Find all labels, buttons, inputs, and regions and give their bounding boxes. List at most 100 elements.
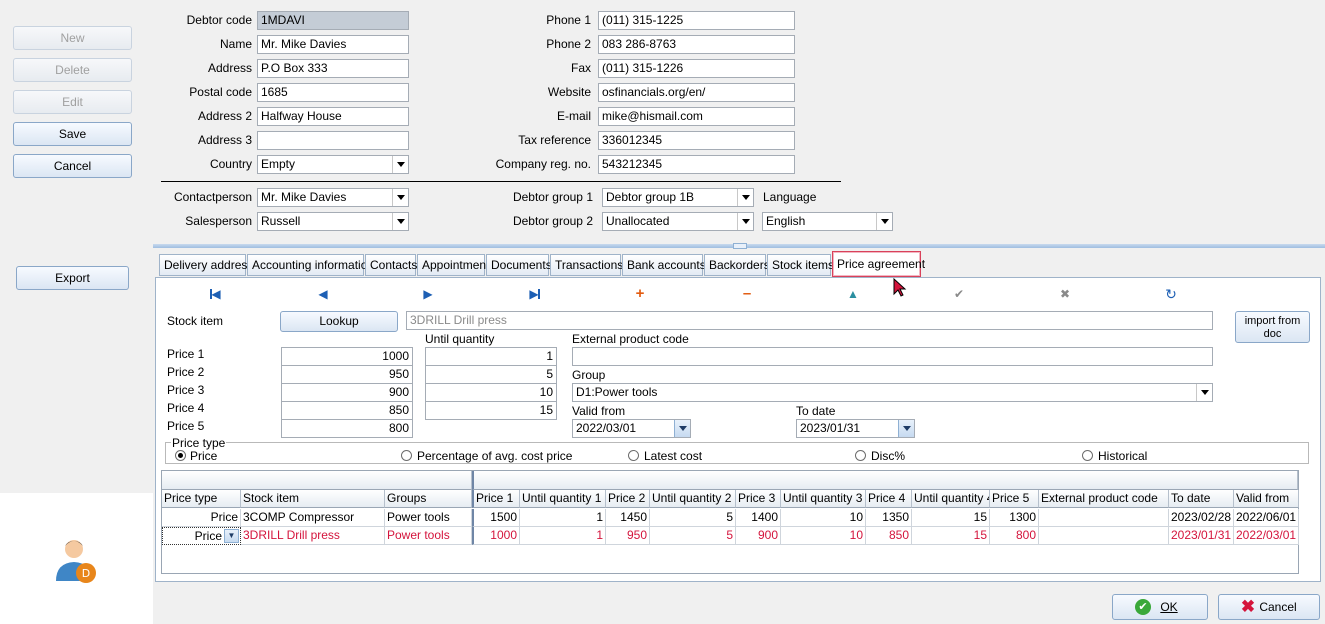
col-header-stock-item[interactable]: Stock item <box>241 490 385 508</box>
table-row-1-price3[interactable]: 1400 <box>736 509 781 527</box>
post-record-icon[interactable]: ✔ <box>951 286 967 302</box>
table-row-1-until-qty2[interactable]: 5 <box>650 509 736 527</box>
table-row-1-stock-item[interactable]: 3COMP Compressor <box>241 509 385 527</box>
tab-delivery-address[interactable]: Delivery address <box>159 254 253 276</box>
col-header-to-date[interactable]: To date <box>1169 490 1234 508</box>
table-row-2-price4[interactable]: 850 <box>866 527 912 545</box>
col-header-groups[interactable]: Groups <box>385 490 472 508</box>
edit-record-icon[interactable]: ▲ <box>845 286 861 302</box>
price-type-radio-historical[interactable] <box>1082 450 1093 461</box>
table-row-1-until-qty4[interactable]: 15 <box>912 509 990 527</box>
delete-button[interactable]: Delete <box>13 58 132 82</box>
tab-contacts[interactable]: Contacts <box>365 254 417 276</box>
email-field[interactable]: mike@hismail.com <box>598 107 795 126</box>
debtor-code-field[interactable]: 1MDAVI <box>257 11 409 30</box>
until-qty4-field[interactable]: 15 <box>425 401 557 420</box>
table-row-2-price5[interactable]: 800 <box>990 527 1039 545</box>
name-field[interactable]: Mr. Mike Davies <box>257 35 409 54</box>
table-row-1-external-code[interactable] <box>1039 509 1169 527</box>
price-type-radio-percentage[interactable] <box>401 450 412 461</box>
price-type-radio-latest-cost[interactable] <box>628 450 639 461</box>
table-row-1-price1[interactable]: 1500 <box>472 509 520 527</box>
cancel-button[interactable]: Cancel <box>13 154 132 178</box>
address2-field[interactable]: Halfway House <box>257 107 409 126</box>
price2-field[interactable]: 950 <box>281 365 413 384</box>
edit-button[interactable]: Edit <box>13 90 132 114</box>
cancel-record-icon[interactable]: ✖ <box>1057 286 1073 302</box>
table-row-2-valid-from[interactable]: 2022/03/01 <box>1234 527 1299 545</box>
table-row-2-external-code[interactable] <box>1039 527 1169 545</box>
col-header-until-qty3[interactable]: Until quantity 3 <box>781 490 866 508</box>
table-row-1-price-type[interactable]: Price <box>162 509 241 527</box>
col-header-price1[interactable]: Price 1 <box>472 490 520 508</box>
col-header-until-qty2[interactable]: Until quantity 2 <box>650 490 736 508</box>
price1-field[interactable]: 1000 <box>281 347 413 366</box>
col-header-price-type[interactable]: Price type <box>162 490 241 508</box>
address-field[interactable]: P.O Box 333 <box>257 59 409 78</box>
col-header-price4[interactable]: Price 4 <box>866 490 912 508</box>
col-header-valid-from[interactable]: Valid from <box>1234 490 1299 508</box>
debtor-group2-select[interactable]: Unallocated <box>602 212 754 231</box>
new-button[interactable]: New <box>13 26 132 50</box>
phone1-field[interactable]: (011) 315-1225 <box>598 11 795 30</box>
table-row-1-price2[interactable]: 1450 <box>606 509 650 527</box>
splitter-handle[interactable] <box>733 243 747 249</box>
address3-field[interactable] <box>257 131 409 150</box>
save-button[interactable]: Save <box>13 122 132 146</box>
fax-field[interactable]: (011) 315-1226 <box>598 59 795 78</box>
tab-accounting-information[interactable]: Accounting information <box>247 254 374 276</box>
table-row-2-until-qty2[interactable]: 5 <box>650 527 736 545</box>
company-reg-field[interactable]: 543212345 <box>598 155 795 174</box>
salesperson-select[interactable]: Russell <box>257 212 409 231</box>
next-record-icon[interactable]: ▶ <box>420 286 436 302</box>
table-row-2-until-qty3[interactable]: 10 <box>781 527 866 545</box>
until-qty2-field[interactable]: 5 <box>425 365 557 384</box>
price-type-radio-disc[interactable] <box>855 450 866 461</box>
table-row-1-price5[interactable]: 1300 <box>990 509 1039 527</box>
col-header-until-qty1[interactable]: Until quantity 1 <box>520 490 606 508</box>
table-row-2-until-qty4[interactable]: 15 <box>912 527 990 545</box>
col-header-price5[interactable]: Price 5 <box>990 490 1039 508</box>
tax-reference-field[interactable]: 336012345 <box>598 131 795 150</box>
group-select[interactable]: D1:Power tools <box>572 383 1213 402</box>
table-row-2-price1[interactable]: 1000 <box>472 527 520 545</box>
prev-record-icon[interactable]: ◀ <box>315 286 331 302</box>
postal-code-field[interactable]: 1685 <box>257 83 409 102</box>
col-header-until-qty4[interactable]: Until quantity 4 <box>912 490 990 508</box>
valid-from-date[interactable]: 2022/03/01 <box>572 419 691 438</box>
contactperson-select[interactable]: Mr. Mike Davies <box>257 188 409 207</box>
until-qty1-field[interactable]: 1 <box>425 347 557 366</box>
table-row-2-to-date[interactable]: 2023/01/31 <box>1169 527 1234 545</box>
add-record-icon[interactable]: + <box>632 286 648 302</box>
table-row-2-stock-item[interactable]: 3DRILL Drill press <box>241 527 385 545</box>
export-button[interactable]: Export <box>16 266 129 290</box>
col-header-external-code[interactable]: External product code <box>1039 490 1169 508</box>
tab-transactions[interactable]: Transactions <box>550 254 623 276</box>
import-from-doc-button[interactable]: import from doc <box>1235 311 1310 343</box>
col-header-price2[interactable]: Price 2 <box>606 490 650 508</box>
tab-price-agreement[interactable]: Price agreement <box>832 251 925 277</box>
to-date-date[interactable]: 2023/01/31 <box>796 419 915 438</box>
tab-backorders[interactable]: Backorders <box>704 254 770 276</box>
stock-item-field[interactable]: 3DRILL Drill press <box>406 311 1213 330</box>
until-qty3-field[interactable]: 10 <box>425 383 557 402</box>
lookup-button[interactable]: Lookup <box>280 311 398 332</box>
table-row-1-until-qty1[interactable]: 1 <box>520 509 606 527</box>
website-field[interactable]: osfinancials.org/en/ <box>598 83 795 102</box>
language-select[interactable]: English <box>762 212 893 231</box>
table-row-1-until-qty3[interactable]: 10 <box>781 509 866 527</box>
chevron-down-icon[interactable]: ▼ <box>224 529 239 543</box>
table-row-2-price-type[interactable]: Price ▼ <box>162 527 241 545</box>
price-type-radio-price[interactable] <box>175 450 186 461</box>
table-row-2-price2[interactable]: 950 <box>606 527 650 545</box>
delete-record-icon[interactable]: – <box>739 286 755 302</box>
table-row-1-price4[interactable]: 1350 <box>866 509 912 527</box>
ok-button[interactable]: ✔ OK <box>1112 594 1208 620</box>
refresh-icon[interactable]: ↻ <box>1163 286 1179 302</box>
tab-stock-items[interactable]: Stock items <box>767 254 834 276</box>
price-agreement-grid[interactable]: Price type Stock item Groups Price 1 Unt… <box>161 470 1299 574</box>
table-row-2-price3[interactable]: 900 <box>736 527 781 545</box>
tab-appointment[interactable]: Appointment <box>417 254 489 276</box>
external-product-code-field[interactable] <box>572 347 1213 366</box>
table-row-2-groups[interactable]: Power tools <box>385 527 472 545</box>
